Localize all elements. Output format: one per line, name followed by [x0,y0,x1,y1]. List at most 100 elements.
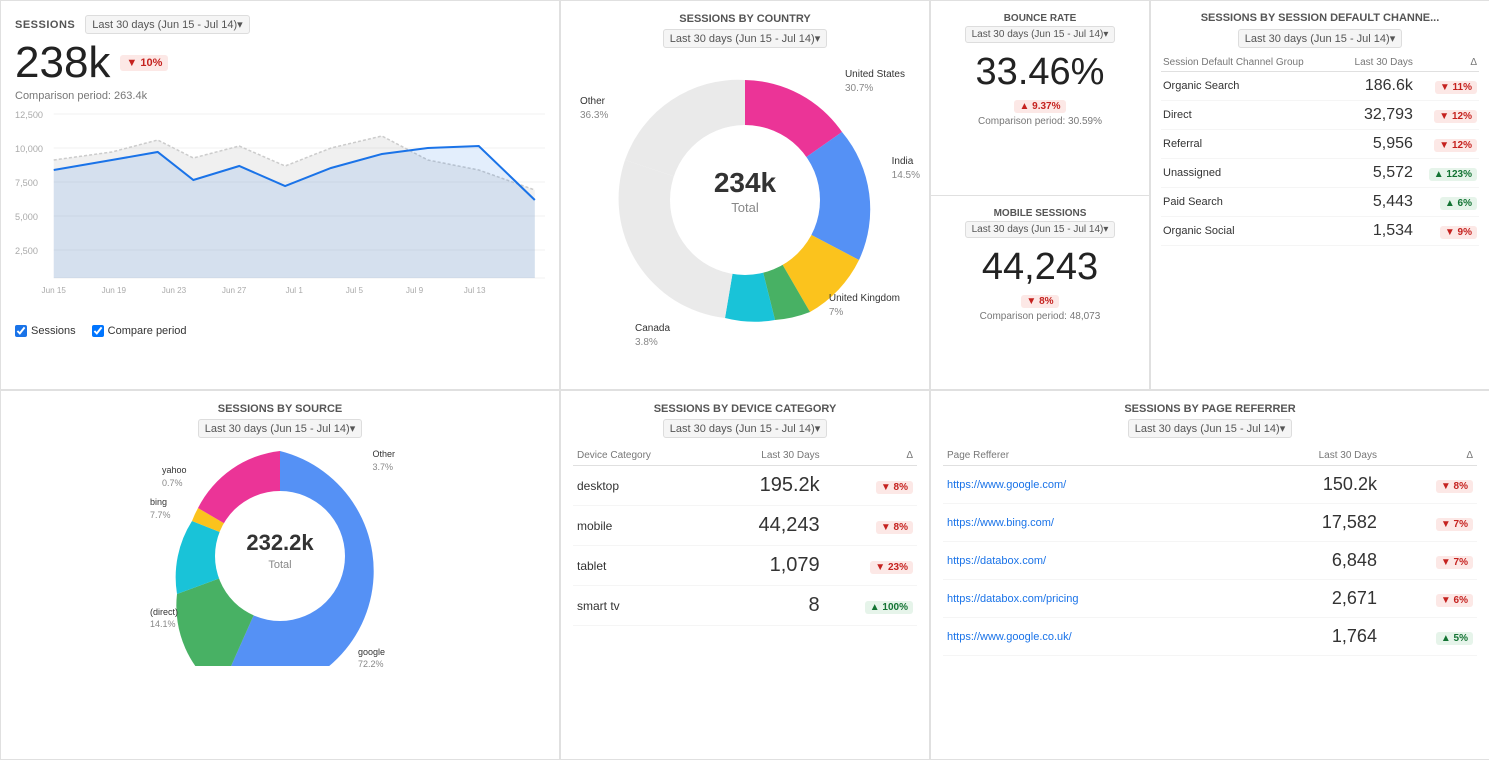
referrer-row-value: 150.2k [1240,466,1381,504]
svg-text:Jun 27: Jun 27 [222,286,247,295]
mobile-sessions-card: MOBILE SESSIONS Last 30 days (Jun 15 - J… [931,196,1149,390]
source-yahoo-label: yahoo0.7% [162,464,187,489]
svg-text:Total: Total [268,559,291,571]
sessions-date-filter[interactable]: Last 30 days (Jun 15 - Jul 14) [85,15,249,34]
compare-checkbox[interactable] [92,325,104,337]
referrer-row-value: 1,764 [1240,618,1381,656]
device-row-value: 195.2k [709,466,824,506]
referrer-row-delta: ▼ 6% [1381,580,1477,618]
referrer-row-label: https://www.bing.com/ [943,504,1240,542]
device-date-filter[interactable]: Last 30 days (Jun 15 - Jul 14) [663,419,827,438]
sessions-by-country-card: SESSIONS BY COUNTRY Last 30 days (Jun 15… [560,0,930,390]
device-col2: Last 30 Days [709,446,824,466]
device-row-delta: ▼ 8% [824,506,917,546]
sessions-by-channel-card: SESSIONS BY SESSION DEFAULT CHANNE... La… [1150,0,1489,390]
svg-text:Jul 1: Jul 1 [286,286,304,295]
device-table: Device Category Last 30 Days Δ desktop 1… [573,446,917,626]
channel-col3: Δ [1415,54,1479,72]
sessions-by-device-card: SESSIONS BY DEVICE CATEGORY Last 30 days… [560,390,930,760]
referrer-row-label: https://databox.com/ [943,542,1240,580]
channel-col2: Last 30 Days [1338,54,1415,72]
svg-text:5,000: 5,000 [15,212,38,222]
channel-row-label: Direct [1161,101,1338,130]
source-other-label: Other3.7% [372,448,395,473]
channel-row-value: 1,534 [1338,217,1415,246]
referrer-row-value: 17,582 [1240,504,1381,542]
referrer-row-value: 2,671 [1240,580,1381,618]
legend-sessions-item: Sessions [15,325,76,337]
channel-row-delta: ▲ 123% [1415,159,1479,188]
svg-text:Jun 15: Jun 15 [42,286,67,295]
referrer-row-delta: ▼ 7% [1381,542,1477,580]
svg-text:232.2k: 232.2k [246,530,314,555]
referrer-row-label: https://www.google.com/ [943,466,1240,504]
country-date-filter[interactable]: Last 30 days (Jun 15 - Jul 14) [663,29,827,48]
referrer-row-value: 6,848 [1240,542,1381,580]
device-col3: Δ [824,446,917,466]
mobile-title: MOBILE SESSIONS [943,208,1137,219]
device-row-label: mobile [573,506,709,546]
svg-text:Jul 13: Jul 13 [464,286,486,295]
svg-text:7,500: 7,500 [15,178,38,188]
referrer-col3: Δ [1381,446,1477,466]
sessions-comparison: Comparison period: 263.4k [15,90,545,102]
device-row-value: 44,243 [709,506,824,546]
channel-row-label: Organic Social [1161,217,1338,246]
channel-row-delta: ▲ 6% [1415,188,1479,217]
channel-row-label: Referral [1161,130,1338,159]
channel-row-value: 32,793 [1338,101,1415,130]
sessions-badge: ▼ 10% [120,55,168,71]
svg-text:10,000: 10,000 [15,144,43,154]
device-row-label: smart tv [573,586,709,626]
country-title: SESSIONS BY COUNTRY [679,13,810,25]
device-col1: Device Category [573,446,709,466]
channel-row-value: 5,956 [1338,130,1415,159]
bounce-rate-card: BOUNCE RATE Last 30 days (Jun 15 - Jul 1… [931,1,1149,196]
us-label: United States 30.7% [845,68,905,96]
other-label: Other 36.3% [580,95,608,123]
channel-row-label: Unassigned [1161,159,1338,188]
channel-row-label: Paid Search [1161,188,1338,217]
legend-compare-item: Compare period [92,325,187,337]
sessions-chart-svg: 12,500 10,000 7,500 5,000 2,500 Jun 15 J… [15,108,545,318]
referrer-row-delta: ▼ 7% [1381,504,1477,542]
device-title: SESSIONS BY DEVICE CATEGORY [573,403,917,415]
sessions-by-referrer-card: SESSIONS BY PAGE REFERRER Last 30 days (… [930,390,1489,760]
sessions-checkbox[interactable] [15,325,27,337]
bounce-date-filter[interactable]: Last 30 days (Jun 15 - Jul 14) [965,26,1116,43]
channel-row-delta: ▼ 12% [1415,101,1479,130]
channel-row-label: Organic Search [1161,72,1338,101]
mobile-value: 44,243 [943,246,1137,289]
svg-text:Jun 23: Jun 23 [162,286,187,295]
referrer-table: Page Refferer Last 30 Days Δ https://www… [943,446,1477,656]
channel-row-delta: ▼ 12% [1415,130,1479,159]
chart-legend: Sessions Compare period [15,325,545,337]
device-row-delta: ▲ 100% [824,586,917,626]
mobile-comparison: Comparison period: 48,073 [943,311,1137,322]
channel-row-value: 5,572 [1338,159,1415,188]
sessions-by-source-card: SESSIONS BY SOURCE Last 30 days (Jun 15 … [0,390,560,760]
bounce-title: BOUNCE RATE [943,13,1137,24]
canada-label: Canada 3.8% [635,322,670,350]
channel-title: SESSIONS BY SESSION DEFAULT CHANNE... [1161,11,1479,25]
mobile-date-filter[interactable]: Last 30 days (Jun 15 - Jul 14) [965,221,1116,238]
source-date-filter[interactable]: Last 30 days (Jun 15 - Jul 14) [198,419,362,438]
referrer-date-filter[interactable]: Last 30 days (Jun 15 - Jul 14) [1128,419,1292,438]
source-direct-label: (direct)14.1% [150,606,178,631]
sessions-value: 238k [15,38,110,88]
source-title: SESSIONS BY SOURCE [13,403,547,415]
channel-date-filter[interactable]: Last 30 days (Jun 15 - Jul 14) [1238,29,1402,48]
device-row-label: tablet [573,546,709,586]
referrer-row-label: https://databox.com/pricing [943,580,1240,618]
device-row-value: 8 [709,586,824,626]
device-row-delta: ▼ 8% [824,466,917,506]
channel-row-delta: ▼ 11% [1415,72,1479,101]
channel-row-delta: ▼ 9% [1415,217,1479,246]
svg-text:2,500: 2,500 [15,246,38,256]
device-row-value: 1,079 [709,546,824,586]
channel-row-value: 186.6k [1338,72,1415,101]
sessions-card: SESSIONS Last 30 days (Jun 15 - Jul 14) … [0,0,560,390]
svg-text:Jun 19: Jun 19 [102,286,127,295]
svg-text:Jul 9: Jul 9 [406,286,424,295]
mobile-badge: ▼ 8% [1021,295,1058,308]
